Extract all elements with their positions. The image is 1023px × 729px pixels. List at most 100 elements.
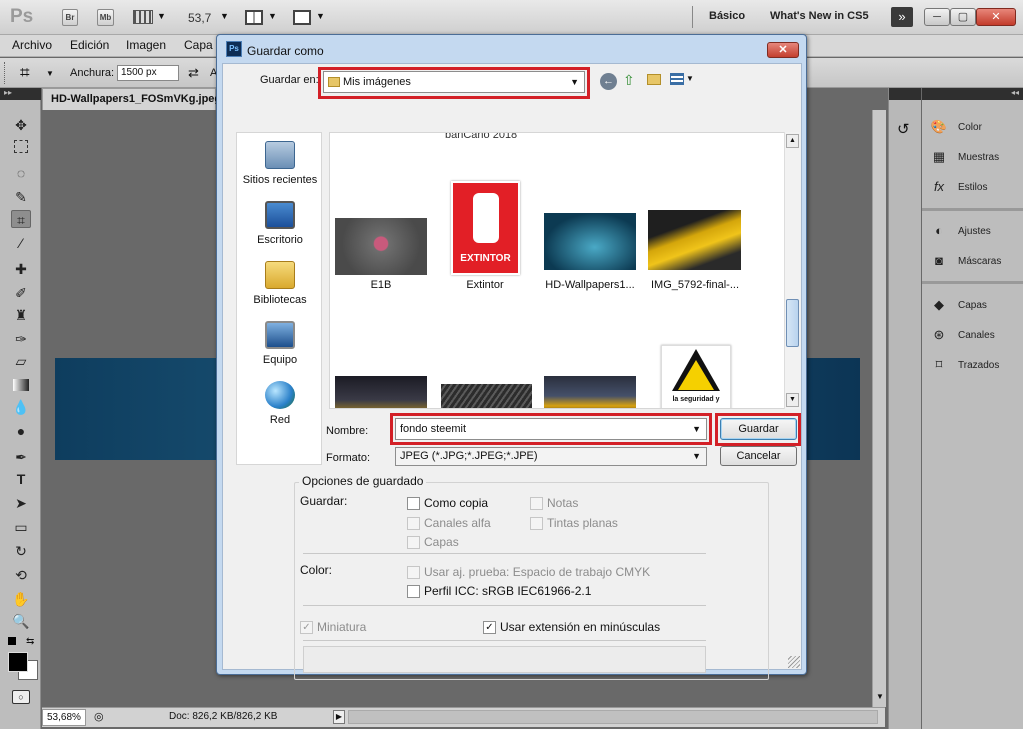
chevron-down-icon[interactable]: ▼ (268, 11, 277, 21)
place-network[interactable]: Red (237, 381, 323, 426)
width-input[interactable]: 1500 px (117, 65, 179, 81)
horizontal-scrollbar[interactable] (348, 710, 878, 724)
panel-swatches[interactable]: ▦ Muestras (930, 149, 999, 167)
dialog-close-button[interactable]: ✕ (767, 42, 799, 58)
scroll-thumb[interactable] (786, 299, 799, 347)
default-colors-icon[interactable] (8, 637, 16, 645)
place-libraries[interactable]: Bibliotecas (237, 261, 323, 306)
collapse-icon[interactable]: ▸▸ (4, 88, 12, 97)
path-selection-icon[interactable]: ➤ (11, 494, 31, 512)
thumbnail-img-5792[interactable] (648, 210, 741, 270)
new-folder-icon[interactable] (647, 74, 661, 85)
crop-tool-icon[interactable]: ⌗ (20, 63, 30, 83)
file-list[interactable]: banCano 2018 E1B EXTINTOR Extintor HD-Wa… (329, 132, 788, 409)
scroll-down-icon[interactable]: ▼ (786, 393, 799, 407)
save-button[interactable]: Guardar (720, 418, 797, 440)
status-menu-icon[interactable]: ◎ (94, 710, 104, 723)
crop-tool-icon[interactable]: ⌗ (11, 210, 31, 228)
checkbox[interactable] (530, 497, 543, 511)
checkbox[interactable] (407, 566, 420, 580)
chevron-down-icon[interactable]: ▼ (220, 11, 229, 21)
hand-tool-icon[interactable]: ✋ (11, 590, 31, 608)
document-tab[interactable]: HD-Wallpapers1_FOSmVKg.jpeg (42, 88, 221, 110)
zoom-tool-icon[interactable]: 🔍 (11, 612, 31, 630)
option-layers[interactable]: Capas (407, 535, 459, 550)
file-label-extintor[interactable]: Extintor (435, 279, 535, 291)
arrange-documents-icon[interactable] (245, 10, 263, 25)
view-extras-icon[interactable] (133, 10, 153, 24)
checkbox[interactable] (407, 585, 420, 599)
move-tool-icon[interactable]: ✥ (11, 116, 31, 134)
more-workspaces-icon[interactable]: » (891, 7, 913, 27)
chevron-down-icon[interactable]: ▼ (46, 69, 54, 78)
app-close-button[interactable]: ✕ (976, 8, 1016, 26)
place-desktop[interactable]: Escritorio (237, 201, 323, 246)
quick-mask-icon[interactable]: ○ (12, 690, 30, 704)
place-computer[interactable]: Equipo (237, 321, 323, 366)
3d-rotate-icon[interactable]: ↻ (11, 542, 31, 560)
thumbnail-e1b[interactable] (335, 218, 427, 275)
panel-masks[interactable]: ◙ Máscaras (930, 253, 1001, 271)
option-spot-colors[interactable]: Tintas planas (530, 516, 618, 531)
checkbox-checked[interactable]: ✓ (300, 621, 313, 635)
file-list-scrollbar[interactable]: ▲ ▼ (784, 132, 800, 409)
history-icon[interactable]: ↺ (897, 120, 910, 138)
restore-button[interactable]: ▢ (950, 8, 976, 26)
pen-tool-icon[interactable]: ✒ (11, 448, 31, 466)
dodge-tool-icon[interactable]: ● (11, 422, 31, 440)
menu-archivo[interactable]: Archivo (12, 38, 52, 52)
canvas-vertical-scrollbar[interactable]: ▼ (872, 110, 886, 707)
thumbnail-row2-3[interactable] (544, 376, 636, 408)
option-alpha-channels[interactable]: Canales alfa (407, 516, 491, 531)
checkbox[interactable] (530, 517, 543, 531)
mini-bridge-button[interactable]: Mb (97, 9, 114, 26)
thumbnail-row2-1[interactable] (335, 376, 427, 408)
panel-channels[interactable]: ⊛ Canales (930, 327, 995, 345)
scroll-up-icon[interactable]: ▲ (786, 134, 799, 148)
panel-adjustments[interactable]: ◐ Ajustes (930, 223, 991, 241)
option-proof-setup[interactable]: Usar aj. prueba: Espacio de trabajo CMYK (407, 565, 650, 580)
cancel-button[interactable]: Cancelar (720, 446, 797, 466)
menu-edicion[interactable]: Edición (70, 38, 109, 52)
eraser-tool-icon[interactable]: ▱ (11, 352, 31, 370)
collapse-icon[interactable]: ◂◂ (1011, 88, 1019, 97)
lasso-tool-icon[interactable]: ◌ (11, 164, 31, 182)
minimize-button[interactable]: ─ (924, 8, 950, 26)
panel-styles[interactable]: fx Estilos (930, 179, 988, 197)
resize-grip-icon[interactable] (788, 656, 800, 668)
option-as-copy[interactable]: Como copia (407, 496, 488, 511)
menu-imagen[interactable]: Imagen (126, 38, 166, 52)
chevron-down-icon[interactable]: ▼ (157, 11, 166, 21)
quick-selection-tool-icon[interactable]: ✎ (11, 188, 31, 206)
chevron-down-icon[interactable]: ▼ (876, 692, 884, 701)
screen-mode-icon[interactable] (293, 10, 311, 25)
panel-color[interactable]: 🎨 Color (930, 119, 982, 137)
format-dropdown[interactable]: JPEG (*.JPG;*.JPEG;*.JPE) ▼ (395, 447, 707, 466)
type-tool-icon[interactable]: T (11, 470, 31, 488)
swap-colors-icon[interactable]: ⇆ (26, 636, 34, 647)
brush-tool-icon[interactable]: ✐ (11, 284, 31, 302)
thumbnail-seguridad[interactable]: la seguridad y (661, 345, 731, 408)
checkbox-checked[interactable]: ✓ (483, 621, 496, 635)
view-menu-icon[interactable] (670, 73, 684, 85)
save-in-dropdown[interactable]: Mis imágenes ▼ (323, 71, 585, 93)
option-thumbnail[interactable]: ✓ Miniatura (300, 620, 366, 635)
panel-layers[interactable]: ◆ Capas (930, 297, 987, 315)
workspace-basic[interactable]: Básico (709, 10, 745, 22)
shape-tool-icon[interactable]: ▭ (11, 518, 31, 536)
workspace-whats-new[interactable]: What's New in CS5 (770, 10, 869, 22)
checkbox[interactable] (407, 536, 420, 550)
thumbnail-extintor[interactable]: EXTINTOR (451, 181, 520, 275)
clone-stamp-icon[interactable]: ♜ (11, 306, 31, 324)
file-label-img-5792[interactable]: IMG_5792-final-... (645, 279, 745, 291)
status-arrow-icon[interactable]: ▶ (333, 710, 345, 724)
bridge-button[interactable]: Br (62, 9, 78, 26)
foreground-color-swatch[interactable] (8, 652, 28, 672)
marquee-tool-icon[interactable] (14, 140, 28, 153)
swap-dimensions-icon[interactable]: ⇄ (188, 65, 199, 81)
option-lowercase-extension[interactable]: ✓ Usar extensión en minúsculas (483, 620, 660, 635)
blur-tool-icon[interactable]: 💧 (11, 398, 31, 416)
checkbox[interactable] (407, 517, 420, 531)
option-notes[interactable]: Notas (530, 496, 578, 511)
panel-paths[interactable]: ⌑ Trazados (930, 357, 1000, 375)
